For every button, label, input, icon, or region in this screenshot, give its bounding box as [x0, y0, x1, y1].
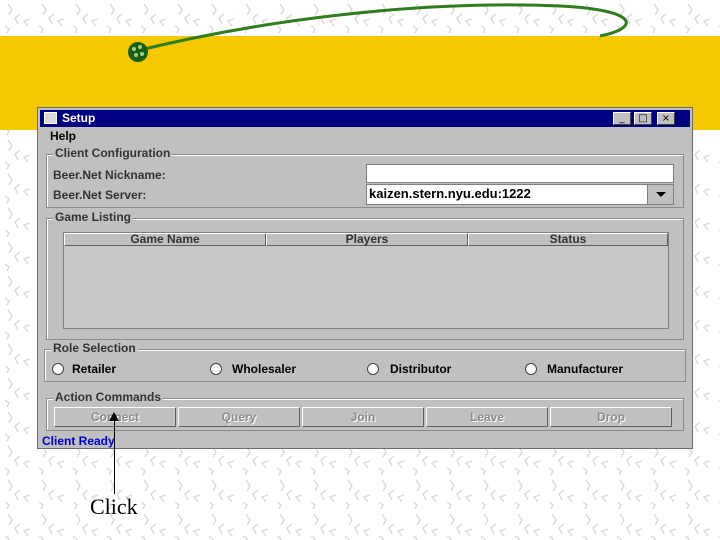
app-icon	[44, 112, 57, 124]
window-title: Setup	[62, 111, 96, 125]
client-configuration-legend: Client Configuration	[53, 146, 173, 160]
radio-retailer[interactable]	[52, 363, 64, 375]
role-label-distributor: Distributor	[390, 362, 452, 376]
close-button[interactable]: ×	[657, 112, 675, 125]
role-label-retailer: Retailer	[72, 362, 117, 376]
menu-help[interactable]: Help	[50, 129, 76, 143]
radio-manufacturer[interactable]	[525, 363, 537, 375]
nickname-input[interactable]	[366, 164, 674, 183]
server-value: kaizen.stern.nyu.edu:1222	[369, 186, 531, 201]
role-label-wholesaler: Wholesaler	[232, 362, 297, 376]
column-header-game-name[interactable]: Game Name	[64, 233, 266, 246]
column-header-players[interactable]: Players	[266, 233, 468, 246]
minimize-button[interactable]: _	[613, 112, 631, 125]
leave-button[interactable]: Leave	[426, 407, 548, 427]
radio-wholesaler[interactable]	[210, 363, 222, 375]
role-label-manufacturer: Manufacturer	[547, 362, 624, 376]
role-selection-legend: Role Selection	[51, 341, 138, 355]
server-combobox[interactable]: kaizen.stern.nyu.edu:1222	[366, 184, 674, 205]
query-button[interactable]: Query	[178, 407, 300, 427]
status-text: Client Ready	[42, 434, 115, 448]
radio-distributor[interactable]	[367, 363, 379, 375]
game-listing-table[interactable]: Game Name Players Status	[63, 232, 669, 329]
server-label: Beer.Net Server:	[53, 188, 147, 202]
click-annotation: Click	[90, 494, 138, 519]
title-bar[interactable]: Setup _ □ ×	[40, 110, 690, 127]
swoosh-decoration	[128, 3, 628, 62]
maximize-button[interactable]: □	[634, 112, 652, 125]
annotation-arrow-line	[114, 418, 115, 494]
game-listing-legend: Game Listing	[53, 210, 134, 224]
join-button[interactable]: Join	[302, 407, 424, 427]
drop-button[interactable]: Drop	[550, 407, 672, 427]
menu-bar: Help	[40, 128, 690, 144]
column-header-status[interactable]: Status	[468, 233, 668, 246]
action-commands-legend: Action Commands	[53, 390, 164, 404]
setup-window: Setup _ □ × Help Client Configuration Be…	[37, 107, 693, 449]
nickname-label: Beer.Net Nickname:	[53, 168, 166, 182]
chevron-down-icon[interactable]	[647, 185, 673, 204]
